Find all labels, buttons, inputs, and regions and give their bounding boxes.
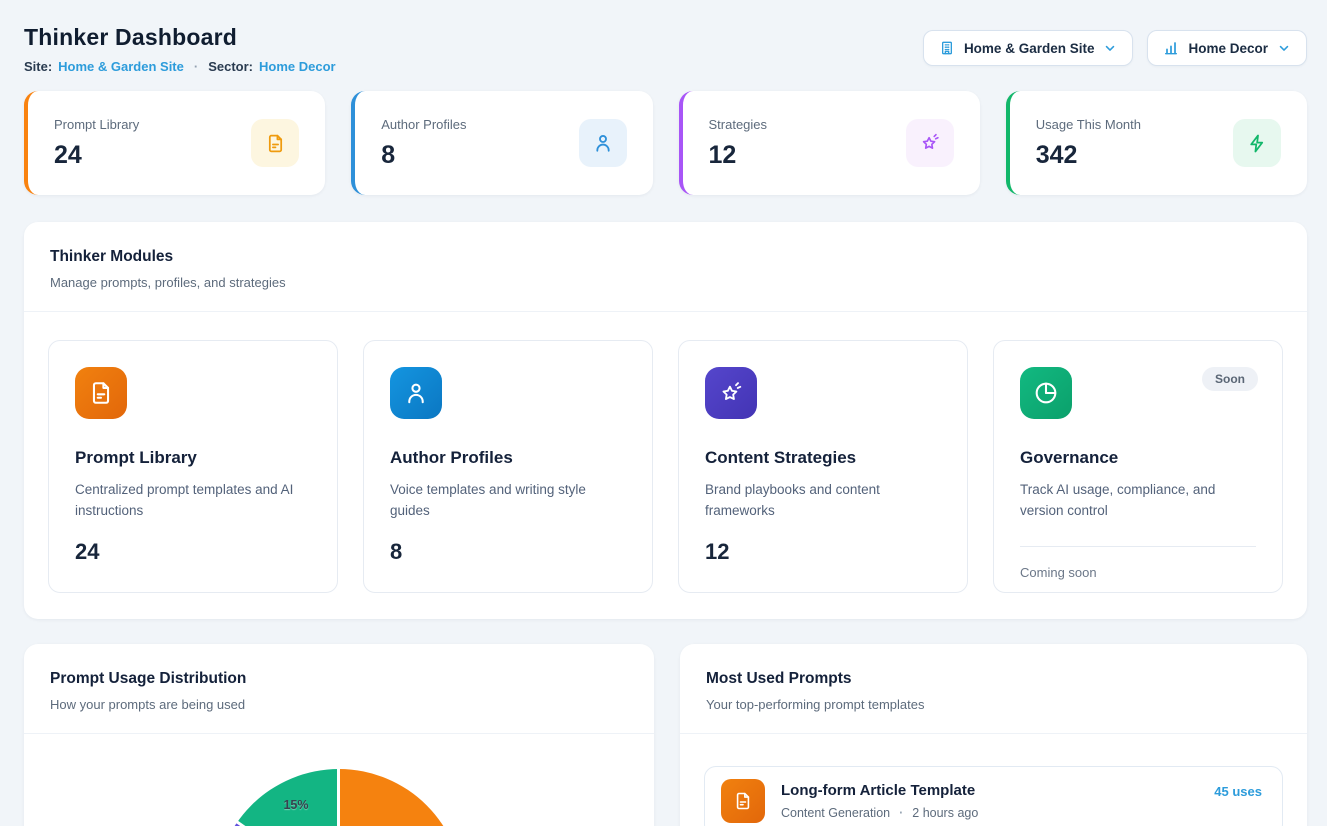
star-sparkle-icon — [906, 119, 954, 167]
prompt-category: Content Generation — [781, 806, 890, 820]
building-icon — [939, 40, 955, 56]
stat-card-usage: Usage This Month 342 — [1006, 91, 1307, 195]
module-card-governance: Soon Governance Track AI usage, complian… — [993, 340, 1283, 593]
usage-distribution-panel: Prompt Usage Distribution How your promp… — [24, 644, 654, 826]
user-icon — [390, 367, 442, 419]
star-sparkle-icon — [705, 367, 757, 419]
prompt-list: Long-form Article Template Content Gener… — [680, 734, 1307, 826]
header: Thinker Dashboard Site: Home & Garden Si… — [24, 24, 1307, 74]
breadcrumb: Site: Home & Garden Site · Sector: Home … — [24, 59, 336, 74]
modules-panel-header: Thinker Modules Manage prompts, profiles… — [24, 222, 1307, 312]
stat-cards-row: Prompt Library 24 Author Profiles 8 Stra… — [24, 91, 1307, 195]
document-icon — [75, 367, 127, 419]
lightning-icon — [1233, 119, 1281, 167]
pie-chart-icon — [1020, 367, 1072, 419]
donut-slice-label: 15% — [273, 798, 319, 812]
usage-panel-header: Prompt Usage Distribution How your promp… — [24, 644, 654, 734]
bar-chart-icon — [1163, 40, 1179, 56]
usage-panel-subtitle: How your prompts are being used — [50, 697, 628, 712]
site-selector-button[interactable]: Home & Garden Site — [923, 30, 1134, 66]
module-description: Brand playbooks and content frameworks — [705, 480, 941, 522]
divider — [1020, 546, 1256, 547]
sector-selector-button[interactable]: Home Decor — [1147, 30, 1307, 66]
document-icon — [251, 119, 299, 167]
prompts-panel-header: Most Used Prompts Your top-performing pr… — [680, 644, 1307, 734]
module-title: Prompt Library — [75, 448, 311, 468]
separator-dot: · — [899, 806, 903, 820]
module-description: Voice templates and writing style guides — [390, 480, 626, 522]
sector-link[interactable]: Home Decor — [259, 59, 336, 74]
sector-label: Sector: — [208, 59, 253, 74]
module-count: 12 — [705, 539, 941, 565]
module-description: Centralized prompt templates and AI inst… — [75, 480, 311, 522]
stat-card-strategies: Strategies 12 — [679, 91, 980, 195]
modules-panel-title: Thinker Modules — [50, 248, 1281, 266]
module-count: 24 — [75, 539, 311, 565]
module-card-author-profiles[interactable]: Author Profiles Voice templates and writ… — [363, 340, 653, 593]
module-card-content-strategies[interactable]: Content Strategies Brand playbooks and c… — [678, 340, 968, 593]
prompt-list-item[interactable]: Long-form Article Template Content Gener… — [704, 766, 1283, 826]
bottom-row: Prompt Usage Distribution How your promp… — [24, 644, 1307, 826]
page-title: Thinker Dashboard — [24, 24, 336, 51]
stat-card-author-profiles: Author Profiles 8 — [351, 91, 652, 195]
prompt-item-meta: Content Generation · 2 hours ago — [781, 806, 1198, 820]
document-icon — [721, 779, 765, 823]
header-left: Thinker Dashboard Site: Home & Garden Si… — [24, 24, 336, 74]
usage-panel-title: Prompt Usage Distribution — [50, 670, 628, 688]
donut-slice-divider — [337, 769, 340, 826]
chevron-down-icon — [1277, 41, 1291, 55]
module-title: Content Strategies — [705, 448, 941, 468]
most-used-prompts-panel: Most Used Prompts Your top-performing pr… — [680, 644, 1307, 826]
sector-selector-label: Home Decor — [1188, 41, 1268, 56]
prompt-item-title: Long-form Article Template — [781, 782, 1198, 799]
modules-panel-subtitle: Manage prompts, profiles, and strategies — [50, 275, 1281, 290]
chevron-down-icon — [1103, 41, 1117, 55]
module-count: 8 — [390, 539, 626, 565]
user-icon — [579, 119, 627, 167]
site-link[interactable]: Home & Garden Site — [58, 59, 184, 74]
stat-card-prompt-library: Prompt Library 24 — [24, 91, 325, 195]
module-title: Author Profiles — [390, 448, 626, 468]
prompt-item-body: Long-form Article Template Content Gener… — [781, 782, 1198, 820]
header-selectors: Home & Garden Site Home Decor — [923, 30, 1307, 66]
coming-soon-text: Coming soon — [1020, 565, 1256, 580]
site-label: Site: — [24, 59, 52, 74]
site-selector-label: Home & Garden Site — [964, 41, 1095, 56]
modules-grid: Prompt Library Centralized prompt templa… — [24, 312, 1307, 619]
prompt-timestamp: 2 hours ago — [912, 806, 978, 820]
module-description: Track AI usage, compliance, and version … — [1020, 480, 1256, 522]
module-card-prompt-library[interactable]: Prompt Library Centralized prompt templa… — [48, 340, 338, 593]
prompts-panel-title: Most Used Prompts — [706, 670, 1281, 688]
prompt-uses-count: 45 uses — [1214, 784, 1262, 799]
module-title: Governance — [1020, 448, 1256, 468]
thinker-modules-panel: Thinker Modules Manage prompts, profiles… — [24, 222, 1307, 619]
soon-badge: Soon — [1202, 367, 1258, 391]
dashboard-page: Thinker Dashboard Site: Home & Garden Si… — [0, 0, 1327, 826]
separator-dot: · — [190, 59, 202, 74]
prompts-panel-subtitle: Your top-performing prompt templates — [706, 697, 1281, 712]
